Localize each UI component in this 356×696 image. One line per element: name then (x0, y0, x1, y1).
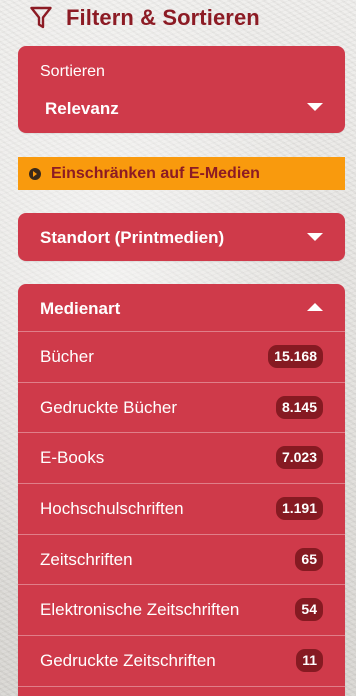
facet-item-label: E-Books (40, 448, 105, 468)
count-badge: 15.168 (268, 345, 323, 368)
facet-item-elektronische-zeitschriften[interactable]: Elektronische Zeitschriften 54 (18, 585, 345, 637)
facet-item-gedruckte-buecher[interactable]: Gedruckte Bücher 8.145 (18, 383, 345, 434)
filter-icon (30, 6, 52, 29)
facet-item-e-books[interactable]: E-Books 7.023 (18, 433, 345, 485)
facet-item-zeitschriften[interactable]: Zeitschriften 65 (18, 535, 345, 586)
facet-item-label: Bücher (40, 347, 94, 366)
panel-title: Filtern & Sortieren (66, 5, 260, 30)
count-badge: 65 (295, 547, 323, 571)
standort-dropdown[interactable]: Standort (Printmedien) (18, 213, 345, 261)
facet-item-buecher[interactable]: Bücher 15.168 (18, 332, 345, 383)
arrow-circle-icon (29, 167, 41, 180)
standort-label: Standort (Printmedien) (40, 228, 225, 247)
facet-item-hochschulschriften[interactable]: Hochschulschriften 1.191 (18, 484, 345, 535)
count-badge: 1.191 (275, 497, 323, 521)
count-badge: 8.145 (275, 395, 323, 419)
facet-item-gedruckte-zeitschriften[interactable]: Gedruckte Zeitschriften 11 (18, 636, 345, 687)
count-badge: 7.023 (275, 446, 323, 470)
chevron-down-icon (307, 103, 323, 111)
facet-item-label: Gedruckte Bücher (40, 397, 178, 417)
facet-item-label: Hochschulschriften (40, 499, 184, 519)
facet-item-label: Gedruckte Zeitschriften (40, 651, 216, 671)
chevron-down-icon (307, 233, 323, 241)
facet-item-label: Elektronische Zeitschriften (40, 600, 240, 620)
restrict-label: Einschränken auf E-Medien (51, 164, 260, 182)
filter-heading: Filtern & Sortieren (30, 5, 260, 31)
count-badge: 54 (295, 598, 323, 622)
medienart-header[interactable]: Medienart (18, 284, 345, 332)
filter-panel: Filtern & Sortieren Sortieren Relevanz E… (0, 0, 356, 696)
restrict-e-media-link[interactable]: Einschränken auf E-Medien (18, 157, 345, 190)
medienart-facet: Medienart Bücher 15.168 Gedruckte Bücher… (18, 284, 345, 696)
sort-dropdown[interactable]: Sortieren Relevanz (18, 46, 345, 133)
facet-item-label: Zeitschriften (40, 549, 133, 569)
chevron-up-icon (307, 303, 323, 311)
count-badge: 11 (296, 649, 323, 673)
sort-label: Sortieren (40, 63, 105, 80)
medienart-label: Medienart (40, 299, 121, 318)
sort-value: Relevanz (45, 99, 119, 118)
